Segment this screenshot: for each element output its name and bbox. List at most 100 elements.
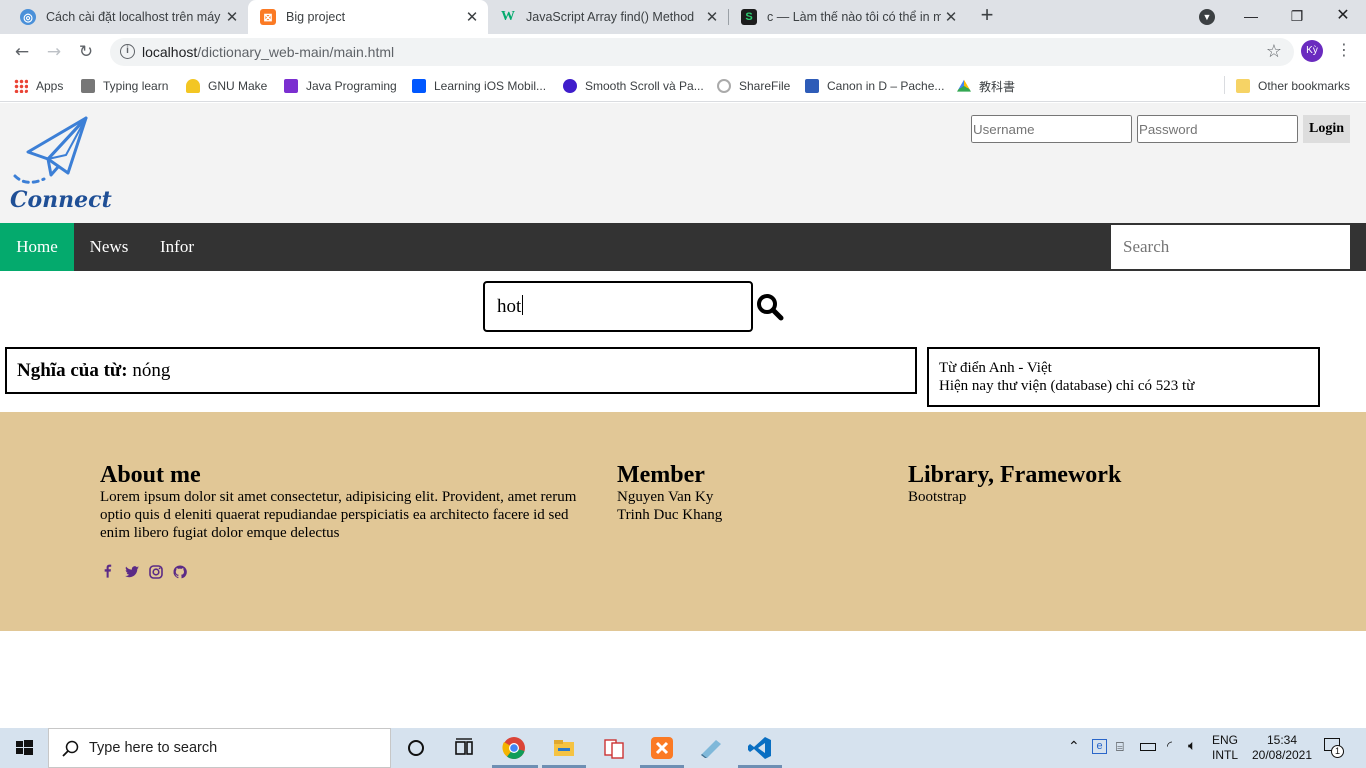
web-page: Connect Login Home News Infor hot Nghĩa … — [0, 103, 1366, 728]
xampp-icon[interactable] — [648, 734, 676, 762]
nav-search-input[interactable] — [1111, 225, 1350, 269]
start-button[interactable] — [0, 728, 48, 768]
new-tab-button[interactable]: + — [976, 4, 998, 27]
password-input[interactable] — [1137, 115, 1298, 143]
wifi-icon[interactable]: ◜ — [1167, 738, 1172, 754]
w3schools-icon: W — [501, 9, 515, 24]
meet-now-icon[interactable]: ⌸ — [1116, 739, 1124, 755]
library-name: Bootstrap — [908, 489, 967, 505]
taskbar-search-box[interactable]: Type here to search — [48, 728, 391, 768]
bookmark-smooth-scroll[interactable]: Smooth Scroll và Pa... — [563, 77, 704, 95]
bookmark-learning-ios[interactable]: Learning iOS Mobil... — [412, 77, 546, 95]
globe-icon: ◎ — [20, 9, 36, 25]
url-text[interactable]: localhost/dictionary_web-main/main.html — [142, 44, 394, 60]
nav-infor[interactable]: Infor — [144, 223, 210, 271]
page-icon — [81, 79, 95, 93]
minimize-button[interactable]: — — [1228, 0, 1274, 34]
bookmark-textbook[interactable]: 教科書 — [957, 77, 1015, 95]
tab-print-question[interactable]: S c — Làm thế nào tôi có thể in mộ ✕ — [729, 0, 967, 34]
logo-text: Connect — [10, 187, 112, 213]
address-bar[interactable]: i localhost/dictionary_web-main/main.htm… — [110, 38, 1294, 66]
profile-avatar[interactable]: Kỳ — [1301, 40, 1323, 62]
database-count: Hiện nay thư viện (database) chỉ có 523 … — [939, 378, 1195, 394]
tab-localhost-tutorial[interactable]: ◎ Cách cài đặt localhost trên máy tí ✕ — [8, 0, 248, 34]
tab-search-button[interactable]: ▼ — [1184, 0, 1230, 34]
member-title: Member — [617, 462, 705, 488]
close-tab-icon[interactable]: ✕ — [462, 8, 482, 26]
bookmark-canon-in-d[interactable]: Canon in D – Pache... — [805, 77, 944, 95]
instagram-icon[interactable] — [148, 564, 164, 580]
bookmark-gnu-make[interactable]: GNU Make — [186, 77, 267, 95]
back-button[interactable]: ← — [10, 40, 34, 64]
meaning-result-box: Nghĩa của từ: nóng — [5, 347, 917, 394]
bookmark-star-icon[interactable]: ☆ — [1266, 41, 1282, 62]
footer-member: Member Nguyen Van Ky Trinh Duc Khang — [617, 462, 867, 524]
stackoverflow-icon: S — [741, 9, 757, 25]
bookmark-java-programing[interactable]: Java Programing — [284, 77, 397, 95]
twitter-icon[interactable] — [124, 564, 140, 580]
battery-icon[interactable] — [1140, 743, 1156, 751]
sharefile-icon — [717, 79, 731, 93]
chevron-down-icon: ▼ — [1199, 9, 1215, 26]
nav-home[interactable]: Home — [0, 223, 74, 271]
behance-icon — [412, 79, 426, 93]
text-caret — [522, 295, 524, 315]
ie-tray-icon[interactable]: e — [1092, 739, 1107, 754]
close-tab-icon[interactable]: ✕ — [702, 8, 722, 26]
music-icon — [805, 79, 819, 93]
bookmarks-bar: Apps Typing learn GNU Make Java Programi… — [0, 70, 1366, 102]
word-lookup-value: hot — [497, 296, 522, 317]
reload-button[interactable]: ↻ — [74, 40, 98, 64]
facebook-icon[interactable] — [100, 564, 116, 580]
login-button[interactable]: Login — [1303, 115, 1350, 143]
close-tab-icon[interactable]: ✕ — [941, 8, 961, 26]
action-center-button[interactable]: 1 — [1322, 738, 1344, 758]
about-text: Lorem ipsum dolor sit amet consectetur, … — [100, 489, 577, 541]
language-code: ENG — [1212, 733, 1239, 747]
vscode-icon[interactable] — [746, 734, 774, 762]
username-input[interactable] — [971, 115, 1132, 143]
close-tab-icon[interactable]: ✕ — [222, 8, 242, 26]
bookmark-separator — [1224, 76, 1225, 94]
member-name: Nguyen Van Ky — [617, 489, 714, 505]
windows-taskbar: Type here to search ⌃ e ⌸ ◜ 🔈︎ ENG INTL — [0, 728, 1366, 768]
app-icon[interactable] — [697, 734, 725, 762]
file-explorer-icon[interactable] — [550, 734, 578, 762]
word-lookup-input[interactable]: hot — [483, 281, 753, 332]
bookmark-apps[interactable]: Apps — [14, 77, 63, 95]
tab-title: c — Làm thế nào tôi có thể in mộ — [767, 10, 941, 24]
top-navigation: Home News Infor — [0, 223, 1366, 271]
clock-time: 15:34 — [1266, 733, 1298, 747]
bookmark-sharefile[interactable]: ShareFile — [717, 77, 790, 95]
keyboard-layout: INTL — [1212, 748, 1239, 762]
chevron-up-icon[interactable]: ⌃ — [1068, 738, 1080, 755]
volume-icon[interactable]: 🔈︎ — [1188, 737, 1196, 754]
input-language[interactable]: ENG INTL — [1212, 733, 1238, 763]
forward-button[interactable]: → — [42, 40, 66, 64]
close-window-button[interactable]: ✕ — [1320, 0, 1366, 34]
bookmark-typing-learn[interactable]: Typing learn — [81, 77, 168, 95]
nav-news[interactable]: News — [74, 223, 144, 271]
social-links — [100, 564, 188, 580]
chrome-icon[interactable] — [500, 734, 528, 762]
chrome-menu-icon[interactable]: ⋮ — [1336, 40, 1352, 59]
tab-js-array-find[interactable]: W JavaScript Array find() Method ✕ — [488, 0, 728, 34]
tab-big-project[interactable]: ⊠ Big project ✕ — [248, 0, 488, 34]
apps-grid-icon — [14, 79, 28, 93]
cortana-icon[interactable] — [402, 734, 430, 762]
github-icon[interactable] — [172, 564, 188, 580]
site-info-icon[interactable]: i — [120, 44, 135, 59]
solitaire-icon[interactable] — [600, 734, 628, 762]
dictionary-name: Từ điển Anh - Việt — [939, 360, 1052, 376]
xampp-icon: ⊠ — [260, 9, 276, 25]
browser-tab-strip: ◎ Cách cài đặt localhost trên máy tí ✕ ⊠… — [0, 0, 1366, 34]
clock[interactable]: 15:34 20/08/2021 — [1250, 733, 1314, 763]
other-bookmarks[interactable]: Other bookmarks — [1236, 77, 1350, 95]
search-icon[interactable] — [756, 293, 784, 321]
restore-button[interactable]: ❐ — [1274, 0, 1320, 34]
task-view-icon[interactable] — [450, 734, 478, 762]
meaning-label: Nghĩa của từ: — [17, 360, 128, 381]
site-logo[interactable]: Connect — [8, 115, 112, 213]
dictionary-info-box: Từ điển Anh - Việt Hiện nay thư viện (da… — [927, 347, 1320, 407]
browser-toolbar: ← → ↻ i localhost/dictionary_web-main/ma… — [0, 34, 1366, 70]
